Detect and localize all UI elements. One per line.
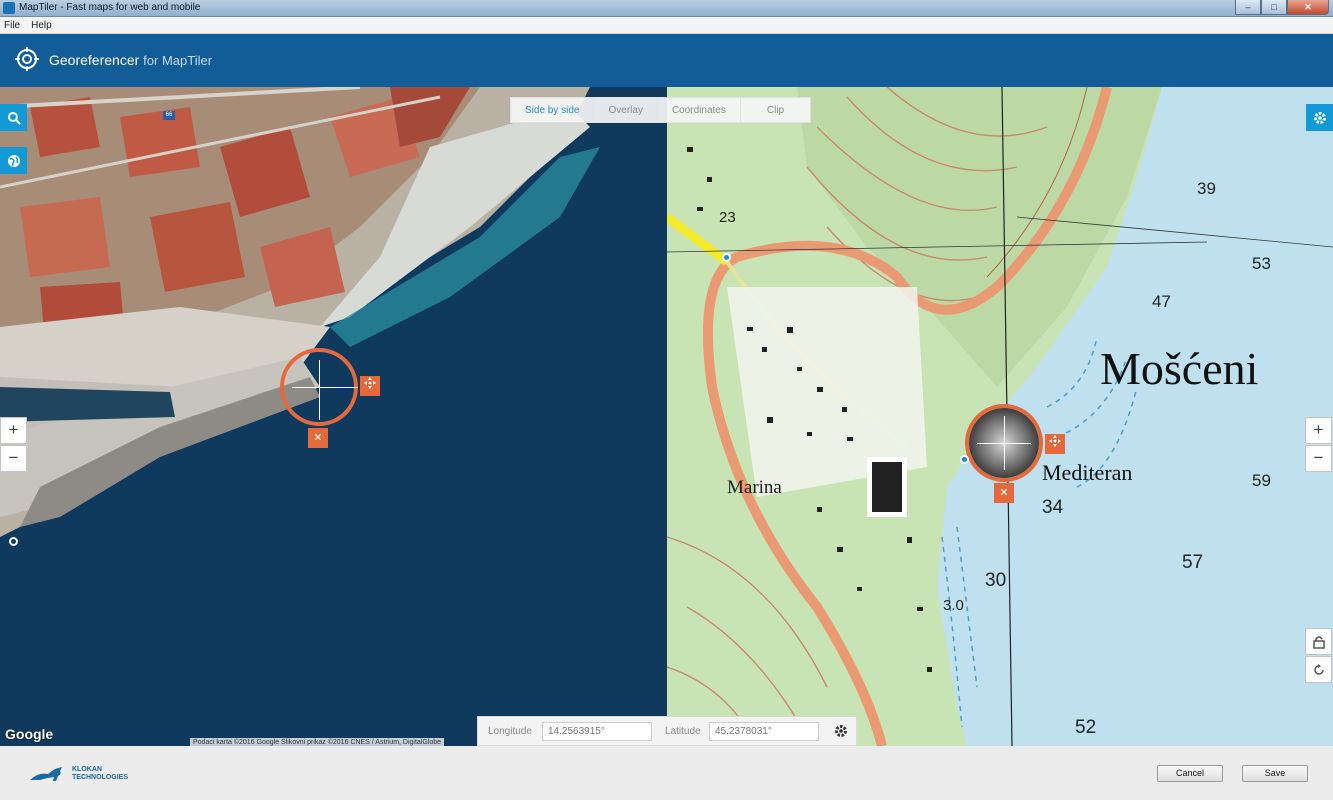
tab-coordinates[interactable]: Coordinates — [658, 98, 741, 122]
globe-icon — [7, 154, 20, 167]
view-mode-tabs: Side by side Overlay Coordinates Clip — [510, 97, 812, 123]
move-arrows-icon — [1049, 435, 1061, 447]
crosshair-icon — [292, 387, 358, 388]
product-suffix: for MapTiler — [143, 53, 213, 68]
window-title: MapTiler - Fast maps for web and mobile — [19, 2, 201, 13]
left-marker-move-button[interactable] — [360, 376, 380, 396]
right-marker-move-button[interactable] — [1045, 434, 1065, 454]
spot-height: 23 — [719, 209, 736, 226]
place-label-mosceni: Mošćeni — [1100, 343, 1259, 394]
menu-help[interactable]: Help — [31, 20, 52, 31]
spot-height: 3.0 — [943, 597, 964, 614]
app-name: Georeferencer for MapTiler — [49, 52, 212, 68]
crosshair-icon — [319, 360, 320, 420]
right-zoom-out-button[interactable]: − — [1305, 445, 1332, 472]
longitude-field[interactable] — [542, 722, 652, 741]
close-button[interactable]: ✕ — [1287, 0, 1329, 15]
right-zoom-in-button[interactable]: + — [1305, 417, 1332, 444]
lock-icon — [1312, 635, 1325, 649]
menu-bar: File Help — [0, 17, 1333, 34]
kangaroo-icon — [30, 767, 62, 781]
menu-file[interactable]: File — [4, 20, 20, 31]
spot-height: 47 — [1152, 292, 1171, 311]
longitude-label: Longitude — [488, 726, 532, 737]
tab-side-by-side[interactable]: Side by side — [511, 98, 595, 122]
search-button[interactable] — [0, 104, 27, 131]
coordinate-panel: Longitude Latitude — [477, 716, 857, 746]
google-logo: Google — [5, 726, 54, 742]
coordinate-settings-icon[interactable] — [834, 724, 848, 738]
window-title-bar: MapTiler - Fast maps for web and mobile … — [0, 0, 1333, 17]
spot-height: 57 — [1182, 552, 1204, 573]
footer: KLOKAN TECHNOLOGIES Cancel Save — [0, 746, 1333, 800]
app-icon — [3, 2, 15, 14]
maximize-button[interactable]: □ — [1261, 0, 1287, 15]
app-header: Georeferencer for MapTiler — [0, 34, 1333, 87]
settings-icon — [1313, 111, 1326, 124]
lock-button[interactable] — [1305, 628, 1332, 655]
product-name: Georeferencer — [49, 52, 140, 68]
control-point-dot[interactable] — [960, 455, 969, 464]
place-label-mediteran: Mediteran — [1042, 460, 1133, 485]
georeferencer-logo-icon — [15, 47, 39, 71]
spot-height: 34 — [1042, 497, 1064, 518]
spot-height: 59 — [1252, 471, 1271, 490]
spot-height: 39 — [1197, 179, 1216, 198]
cancel-button[interactable]: Cancel — [1157, 765, 1223, 782]
latitude-label: Latitude — [665, 726, 701, 737]
road-shield: 66 — [165, 112, 173, 118]
minimize-button[interactable]: – — [1235, 0, 1261, 15]
rotate-icon — [1313, 663, 1324, 675]
search-icon — [7, 111, 21, 125]
company-name-line2: TECHNOLOGIES — [72, 774, 129, 781]
klokan-logo: KLOKAN TECHNOLOGIES — [28, 766, 128, 782]
company-name: KLOKAN TECHNOLOGIES — [72, 766, 128, 782]
globe-button[interactable] — [0, 147, 27, 174]
tab-overlay[interactable]: Overlay — [594, 98, 658, 122]
left-marker-remove-button[interactable]: ✕ — [308, 428, 328, 448]
save-button[interactable]: Save — [1242, 765, 1308, 782]
left-zoom-out-button[interactable]: − — [0, 445, 27, 472]
spot-height: 30 — [985, 570, 1007, 591]
map-settings-button[interactable] — [1306, 104, 1333, 131]
crosshair-icon — [977, 443, 1031, 444]
left-zoom-in-button[interactable]: + — [0, 417, 27, 444]
latitude-field[interactable] — [709, 722, 819, 741]
place-label-marina: Marina — [727, 477, 782, 498]
right-marker-remove-button[interactable]: ✕ — [994, 483, 1014, 503]
move-arrows-icon — [364, 377, 376, 389]
company-name-line1: KLOKAN — [72, 766, 102, 773]
window-controls: – □ ✕ — [1235, 0, 1329, 15]
location-dot-icon — [9, 537, 18, 546]
spot-height: 53 — [1252, 254, 1271, 273]
tab-clip[interactable]: Clip — [741, 98, 810, 122]
control-point-dot[interactable] — [722, 253, 731, 262]
spot-height: 52 — [1075, 717, 1097, 738]
rotate-button[interactable] — [1305, 656, 1332, 683]
